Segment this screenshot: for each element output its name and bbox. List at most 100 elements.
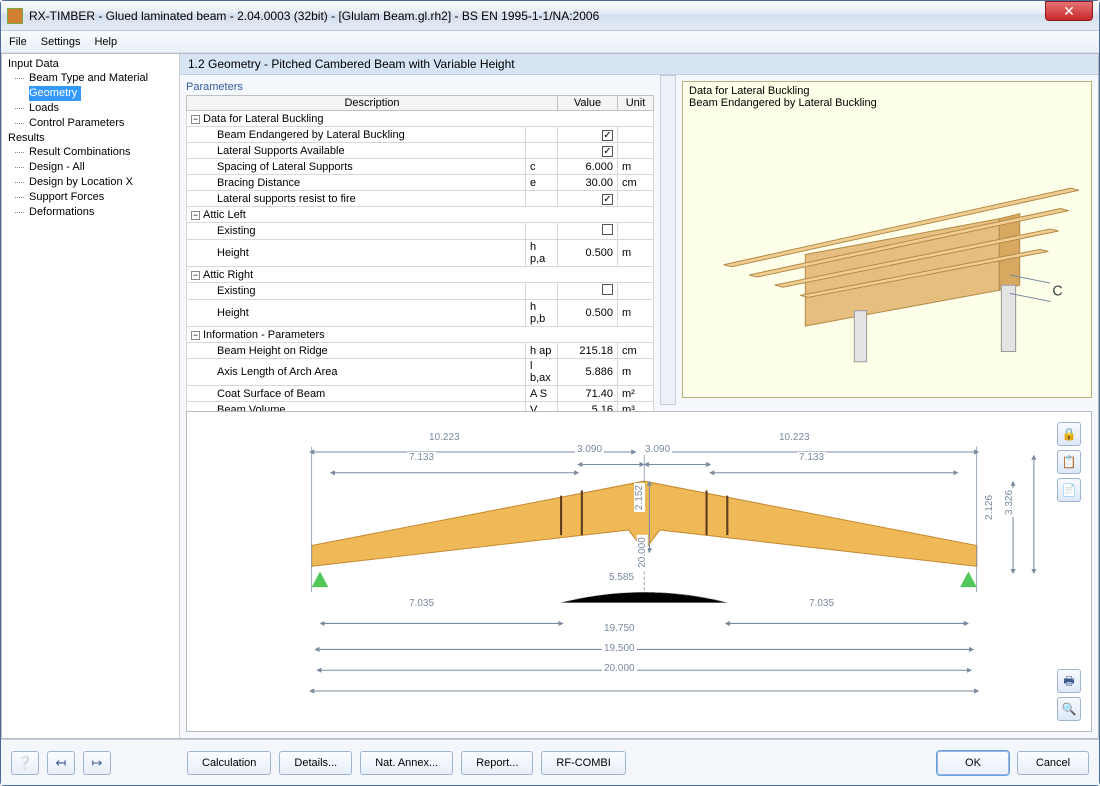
dim-3-090-left: 3.090 — [575, 444, 604, 455]
parameters-label: Parameters — [186, 81, 654, 95]
close-button[interactable]: ✕ — [1045, 1, 1093, 21]
info-box: Data for Lateral Buckling Beam Endangere… — [682, 81, 1092, 398]
col-value: Value — [558, 96, 618, 111]
collapse-icon[interactable]: − — [191, 271, 200, 280]
val-attic-left-height[interactable]: 0.500 — [558, 240, 618, 267]
dim-7-035-right: 7.035 — [807, 598, 836, 609]
dim-5-585: 5.585 — [607, 572, 636, 583]
tree-deformations[interactable]: Deformations — [4, 205, 177, 220]
beam-elevation-drawing[interactable]: 10.223 10.223 7.133 7.133 3.090 3.090 2.… — [186, 411, 1092, 732]
nav-tree[interactable]: Input Data Beam Type and Material Geomet… — [2, 54, 180, 738]
row-bracing: Bracing Distance — [187, 175, 526, 191]
section-lateral-buckling[interactable]: −Data for Lateral Buckling — [187, 111, 654, 127]
preview-panel: Data for Lateral Buckling Beam Endangere… — [676, 75, 1098, 405]
dim-20-000: 20.000 — [602, 663, 637, 674]
tree-result-combinations[interactable]: Result Combinations — [4, 145, 177, 160]
row-axis-length: Axis Length of Arch Area — [187, 359, 526, 386]
beam-3d-preview: C — [693, 132, 1081, 377]
row-supports-available: Lateral Supports Available — [187, 143, 526, 159]
collapse-icon[interactable]: − — [191, 331, 200, 340]
help-button[interactable]: ❔ — [11, 751, 39, 775]
parameters-panel: Parameters Description Value Unit −Data … — [180, 75, 660, 405]
menu-settings[interactable]: Settings — [41, 36, 81, 48]
next-button[interactable]: ↦ — [83, 751, 111, 775]
section-attic-left[interactable]: −Attic Left — [187, 207, 654, 223]
lower-section: 10.223 10.223 7.133 7.133 3.090 3.090 2.… — [180, 405, 1098, 738]
calculation-button[interactable]: Calculation — [187, 751, 271, 775]
menubar: File Settings Help — [1, 31, 1099, 53]
dim-2-152: 2.152 — [634, 483, 645, 512]
tree-support-forces[interactable]: Support Forces — [4, 190, 177, 205]
cancel-button[interactable]: Cancel — [1017, 751, 1089, 775]
rf-combi-button[interactable]: RF-COMBI — [541, 751, 625, 775]
val-bracing[interactable]: 30.00 — [558, 175, 618, 191]
menu-help[interactable]: Help — [94, 36, 117, 48]
dim-20-000-mid: 20.000 — [637, 535, 648, 570]
content-panel: 1.2 Geometry - Pitched Cambered Beam wit… — [180, 54, 1098, 738]
parameters-table[interactable]: Description Value Unit −Data for Lateral… — [186, 95, 654, 434]
prev-button[interactable]: ↤ — [47, 751, 75, 775]
drawing-toolbar-bottom: 🖶 🔍 — [1057, 669, 1081, 721]
tree-input-data[interactable]: Input Data — [4, 57, 177, 71]
nat-annex-button[interactable]: Nat. Annex... — [360, 751, 453, 775]
row-fire: Lateral supports resist to fire — [187, 191, 526, 207]
tree-geometry[interactable]: Geometry — [29, 86, 81, 101]
col-unit: Unit — [618, 96, 654, 111]
dim-3-090-right: 3.090 — [643, 444, 672, 455]
chk-fire[interactable]: ✓ — [558, 191, 618, 207]
row-ridge: Beam Height on Ridge — [187, 343, 526, 359]
report-button[interactable]: Report... — [461, 751, 533, 775]
dim-19-750: 19.750 — [602, 623, 637, 634]
info-line2: Beam Endangered by Lateral Buckling — [689, 97, 1085, 109]
row-attic-left-height: Height — [187, 240, 526, 267]
elevation-svg — [187, 412, 1091, 731]
svg-text:C: C — [1052, 283, 1062, 299]
titlebar: RX-TIMBER - Glued laminated beam - 2.04.… — [1, 1, 1099, 31]
dim-7-035-left: 7.035 — [407, 598, 436, 609]
chk-supports-avail[interactable]: ✓ — [558, 143, 618, 159]
chk-attic-right[interactable] — [558, 283, 618, 300]
info-line1: Data for Lateral Buckling — [689, 85, 1085, 97]
dim-10-223-left: 10.223 — [427, 432, 462, 443]
lock-icon[interactable]: 🔒 — [1057, 422, 1081, 446]
collapse-icon[interactable]: − — [191, 115, 200, 124]
section-attic-right[interactable]: −Attic Right — [187, 267, 654, 283]
upper-section: Parameters Description Value Unit −Data … — [180, 75, 1098, 405]
val-spacing[interactable]: 6.000 — [558, 159, 618, 175]
footer: ❔ ↤ ↦ Calculation Details... Nat. Annex.… — [1, 739, 1099, 785]
dim-10-223-right: 10.223 — [777, 432, 812, 443]
dim-3-326: 3.326 — [1004, 488, 1015, 517]
row-coat: Coat Surface of Beam — [187, 386, 526, 402]
dim-2-126: 2.126 — [984, 493, 995, 522]
tree-loads[interactable]: Loads — [4, 101, 177, 116]
tree-results[interactable]: Results — [4, 131, 177, 145]
val-attic-right-height[interactable]: 0.500 — [558, 300, 618, 327]
zoom-icon[interactable]: 🔍 — [1057, 697, 1081, 721]
print-icon[interactable]: 🖶 — [1057, 669, 1081, 693]
params-scrollbar[interactable] — [660, 75, 676, 405]
row-attic-right-existing: Existing — [187, 283, 526, 300]
row-attic-right-height: Height — [187, 300, 526, 327]
details-button[interactable]: Details... — [279, 751, 352, 775]
col-description: Description — [187, 96, 558, 111]
tree-design-location[interactable]: Design by Location X — [4, 175, 177, 190]
dim-19-500: 19.500 — [602, 643, 637, 654]
dim-7-133-left: 7.133 — [407, 452, 436, 463]
panel-header: 1.2 Geometry - Pitched Cambered Beam wit… — [180, 54, 1098, 75]
row-endangered: Beam Endangered by Lateral Buckling — [187, 127, 526, 143]
main-area: Input Data Beam Type and Material Geomet… — [1, 53, 1099, 739]
chk-attic-left[interactable] — [558, 223, 618, 240]
chk-endangered[interactable]: ✓ — [558, 127, 618, 143]
app-window: RX-TIMBER - Glued laminated beam - 2.04.… — [0, 0, 1100, 786]
menu-file[interactable]: File — [9, 36, 27, 48]
tree-design-all[interactable]: Design - All — [4, 160, 177, 175]
copy-icon[interactable]: 📋 — [1057, 450, 1081, 474]
export-icon[interactable]: 📄 — [1057, 478, 1081, 502]
row-attic-left-existing: Existing — [187, 223, 526, 240]
section-information[interactable]: −Information - Parameters — [187, 327, 654, 343]
row-spacing: Spacing of Lateral Supports — [187, 159, 526, 175]
ok-button[interactable]: OK — [937, 751, 1009, 775]
collapse-icon[interactable]: − — [191, 211, 200, 220]
tree-beam-type[interactable]: Beam Type and Material — [4, 71, 177, 86]
tree-control-params[interactable]: Control Parameters — [4, 116, 177, 131]
